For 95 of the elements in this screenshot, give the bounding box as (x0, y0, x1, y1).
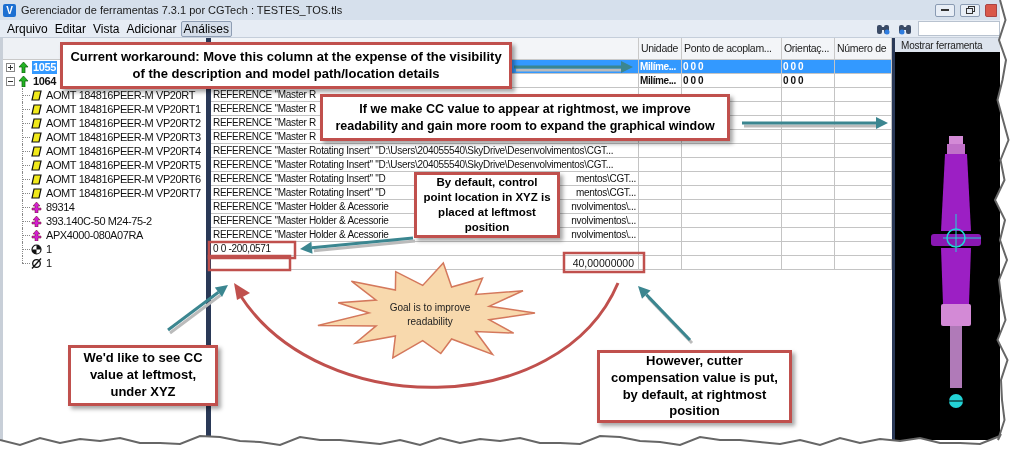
annotation-callout: If we make CC value to appear at rightmost, we improve readability and gain more room to expand the graphical window (320, 94, 730, 141)
column-header[interactable]: Ponto de acoplam... (682, 38, 782, 59)
insert-icon (31, 187, 42, 199)
table-cell (782, 102, 835, 116)
table-cell-text: nvolvimentos\... (571, 214, 636, 228)
menu-item[interactable]: Editar (51, 20, 90, 37)
table-cell-text: mentos\CGT... (576, 186, 636, 200)
table-cell-text: REFERENCE "Master R (213, 130, 316, 144)
table-cell-text: REFERENCE "Master Holder & Acessorie (213, 200, 389, 214)
tree-item[interactable]: 1 (45, 242, 53, 256)
table-cell-text: REFERENCE "Master Holder & Acessorie (213, 228, 389, 242)
table-cell-text: REFERENCE "Master Rotating Insert" "D (213, 172, 386, 186)
pointer-arrow (638, 286, 694, 345)
table-cell-text: REFERENCE "Master R (213, 102, 316, 116)
holder-icon (31, 229, 42, 241)
table-cell (782, 144, 835, 158)
annotation-callout: By default, control point location in XYZ is placed at leftmost position (414, 172, 560, 238)
annotation-callout: However, cutter compensation value is put, by default, at rightmost position (597, 350, 792, 423)
insert-icon (31, 145, 42, 157)
table-cell-text: mentos\CGT... (576, 172, 636, 186)
binoculars-icon[interactable] (876, 22, 890, 35)
window-title: Gerenciador de ferramentas 7.3.1 por CGTech : TESTES_TOS.tls (21, 2, 343, 18)
table-cell-text: REFERENCE "Master R (213, 116, 316, 130)
column-header[interactable]: Unidade (639, 38, 682, 59)
insert-icon (31, 89, 42, 101)
table-cell: 0 0 0 (782, 60, 835, 74)
tree-item[interactable]: AOMT 184816PEER-M VP20RT6 (45, 172, 202, 186)
table-cell (782, 256, 835, 270)
table-cell-text: REFERENCE "Master Rotating Insert" "D:\Users\204055540\SkyDrive\Desenvolvimentos\CGT... (213, 144, 614, 158)
tree-item[interactable]: AOMT 184816PEER-M VP20RT (45, 88, 196, 102)
table-cell (782, 88, 835, 102)
table-cell (782, 116, 835, 130)
menu-item[interactable]: Arquivo (4, 20, 51, 37)
search-field[interactable] (918, 21, 1000, 36)
expand-icon[interactable] (6, 62, 15, 72)
close-button[interactable] (985, 3, 997, 17)
tree-item[interactable]: AOMT 184816PEER-M VP20RT3 (45, 130, 202, 144)
table-cell-text: REFERENCE "Master Holder & Acessorie (213, 214, 389, 228)
panel-header: Mostrar ferramenta (901, 38, 983, 53)
table-cell-text: nvolvimentos\... (571, 200, 636, 214)
tree-item[interactable]: AOMT 184816PEER-M VP20RT5 (45, 158, 202, 172)
tree-item[interactable]: 1064 (32, 74, 57, 88)
insert-icon (31, 117, 42, 129)
table-cell: 0 0 0 (682, 60, 782, 74)
table-cell-text: nvolvimentos\... (571, 228, 636, 242)
menu-item[interactable]: Adicionar (123, 20, 180, 37)
table-cell (782, 186, 835, 200)
callout-text: Goal is to improve readability (388, 301, 472, 329)
target-icon (31, 243, 42, 255)
table-cell (782, 228, 835, 242)
pin-icon (18, 75, 29, 87)
table-cell (782, 158, 835, 172)
pointer-arrow (167, 285, 228, 335)
holder-icon (31, 215, 42, 227)
binoculars-icon[interactable] (898, 22, 912, 35)
table-cell-text: REFERENCE "Master Rotating Insert" "D:\Users\204055540\SkyDrive\Desenvolvimentos\CGT... (213, 158, 614, 172)
table-cell: Milíme... (639, 60, 682, 74)
app-icon: V (3, 3, 16, 17)
restore-icon (965, 6, 975, 14)
restore-button[interactable] (960, 3, 980, 17)
table-cell-text: 0 0 -200,0571 (213, 242, 271, 256)
tree-item[interactable]: 1 (45, 256, 53, 270)
tree-item[interactable]: 89314 (45, 200, 76, 214)
pin-icon (18, 61, 29, 73)
table-cell (782, 242, 835, 256)
tree-item[interactable]: AOMT 184816PEER-M VP20RT7 (45, 186, 202, 200)
diameter-icon (31, 257, 42, 269)
insert-icon (31, 159, 42, 171)
table-cell-text: REFERENCE "Master Rotating Insert" "D (213, 186, 386, 200)
tree-item[interactable]: AOMT 184816PEER-M VP20RT2 (45, 116, 202, 130)
annotation-callout: Current workaround: Move this column at the expense of the visibility of the description and model path/location details (60, 42, 512, 89)
insert-icon (31, 103, 42, 115)
table-cell: 0 0 0 (782, 74, 835, 88)
tree-item[interactable]: APX4000-080A07RA (45, 228, 144, 242)
column-header[interactable]: Orientaç... (782, 38, 835, 59)
table-cell: 40,00000000 (572, 256, 634, 269)
table-cell (782, 200, 835, 214)
table-cell (782, 214, 835, 228)
annotation-callout: We'd like to see CC value at leftmost, under XYZ (68, 345, 218, 406)
table-cell (782, 130, 835, 144)
minimize-icon (941, 8, 949, 12)
collapse-icon[interactable] (6, 76, 15, 86)
minimize-button[interactable] (935, 3, 955, 17)
insert-icon (31, 173, 42, 185)
table-cell: Milíme... (639, 74, 682, 88)
tree-item[interactable]: 393.140C-50 M24-75-2 (45, 214, 153, 228)
table-cell: 0 0 0 (682, 74, 782, 88)
menu-item[interactable]: Vista (90, 20, 123, 37)
table-cell (782, 172, 835, 186)
insert-icon (31, 131, 42, 143)
table-cell-text: REFERENCE "Master R (213, 88, 316, 102)
tree-item[interactable]: AOMT 184816PEER-M VP20RT1 (45, 102, 202, 116)
tree-item[interactable]: AOMT 184816PEER-M VP20RT4 (45, 144, 202, 158)
holder-icon (31, 201, 42, 213)
menu-item[interactable]: Análises (180, 20, 232, 37)
